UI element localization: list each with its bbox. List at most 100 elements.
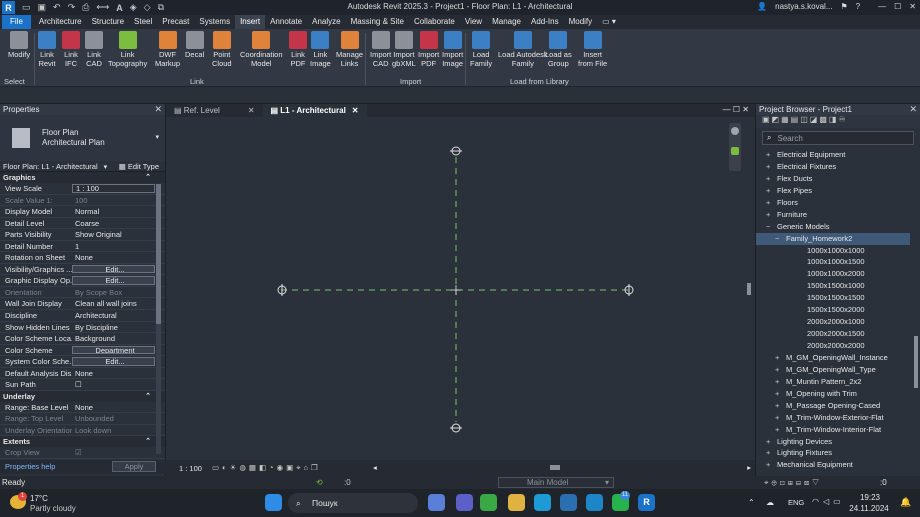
close-icon[interactable]: ✕ [909, 104, 917, 115]
link-cad-button[interactable]: Link CAD [85, 31, 103, 68]
weather-text[interactable]: Partly cloudy [30, 504, 76, 513]
expand-icon[interactable]: + [775, 376, 783, 388]
browser-search[interactable]: ⌕ Search [762, 131, 914, 145]
browser-toolbar[interactable]: ▣◩▦▤◫◪▩◨♾ [756, 115, 920, 128]
import-cad-button[interactable]: Import CAD [370, 31, 391, 68]
edit-type-button[interactable]: ▦ Edit Type [119, 161, 159, 172]
tray-icons[interactable]: ◠◁▭ [812, 497, 845, 506]
browser-item[interactable]: + M_Opening with Trim [756, 388, 910, 400]
properties-help-link[interactable]: Properties help [5, 462, 55, 471]
tab-architecture[interactable]: Architecture [34, 15, 87, 29]
type-selector[interactable]: Floor Plan Architectural Plan ▾ [0, 115, 165, 161]
print-icon[interactable]: ⎙ [82, 2, 89, 13]
onedrive-icon[interactable]: ☁ [766, 498, 774, 507]
property-value[interactable]: Show Original [72, 229, 165, 240]
browser-scrollbar[interactable] [914, 336, 918, 388]
contextual-tab-toggle[interactable]: ▭ ▾ [597, 15, 621, 29]
tab-view[interactable]: View [460, 15, 487, 29]
tab-manage[interactable]: Manage [487, 15, 526, 29]
dwf-markup-button[interactable]: DWF Markup [155, 31, 180, 68]
import-image-button[interactable]: Import Image [442, 31, 463, 68]
view-scale[interactable]: 1 : 100 [179, 464, 202, 473]
browser-item[interactable]: + Flex Pipes [756, 185, 910, 197]
property-edit-button[interactable]: Edit... [72, 264, 155, 274]
clock-date[interactable]: 24.11.2024 [846, 504, 892, 513]
browser-item[interactable]: + M_Muntin Pattern_2x2 [756, 376, 910, 388]
browser-item[interactable]: − Family_Homework2 [756, 232, 910, 245]
tray-chevron-icon[interactable]: ⌃ [748, 498, 755, 507]
tab-annotate[interactable]: Annotate [265, 15, 307, 29]
expand-icon[interactable]: + [775, 400, 783, 412]
property-value[interactable]: None [72, 402, 165, 413]
tab-modify[interactable]: Modify [564, 15, 598, 29]
user-icon[interactable]: 👤 [757, 2, 767, 11]
property-value[interactable]: 1 : 100 [72, 184, 155, 193]
link-image-button[interactable]: Link Image [310, 31, 331, 68]
browser-item[interactable]: 2000x2000x1500 [756, 328, 910, 340]
expand-icon[interactable]: + [775, 388, 783, 400]
steering-wheel-icon[interactable] [731, 127, 739, 135]
browser-item[interactable]: 1000x1000x1000 [756, 245, 910, 257]
view-control-icons[interactable]: ▭◐☀◍▦◧◔◉▣⌖⌂❐ [212, 463, 321, 473]
tab-precast[interactable]: Precast [157, 15, 194, 29]
browser-item[interactable]: 2000x2000x2000 [756, 340, 910, 352]
browser-item[interactable]: + Electrical Equipment [756, 149, 910, 161]
expand-icon[interactable]: + [766, 197, 774, 209]
drawing-canvas[interactable] [166, 117, 755, 460]
instance-filter[interactable]: Floor Plan: L1 - Architectural ▾ ▦ Edit T… [0, 161, 165, 172]
maximize-icon[interactable]: ☐ [894, 2, 901, 11]
undo-icon[interactable]: ↶ [53, 2, 61, 13]
canvas-vscroll-thumb[interactable] [747, 283, 751, 295]
browser-item[interactable]: + M_GM_OpeningWall_Instance [756, 352, 910, 364]
modify-button[interactable]: Modify [8, 31, 30, 59]
insert-from-file-button[interactable]: Insert from File [578, 31, 607, 68]
measure-icon[interactable]: ⟷ [96, 2, 109, 13]
tab-analyze[interactable]: Analyze [307, 15, 345, 29]
tab-ref-level[interactable]: ▤ Ref. Level ✕ [166, 104, 263, 117]
expand-icon[interactable]: + [766, 447, 774, 459]
expand-icon[interactable]: + [766, 185, 774, 197]
property-value[interactable]: Normal [72, 206, 165, 217]
expand-icon[interactable]: + [775, 412, 783, 424]
browser-item[interactable]: + Electrical Fixtures [756, 161, 910, 173]
close-icon[interactable]: ✕ [248, 106, 255, 115]
property-value[interactable]: Clean all wall joins [72, 298, 165, 309]
teams-icon[interactable] [456, 494, 473, 511]
collapse-icon[interactable]: − [775, 233, 783, 245]
close-icon[interactable]: ✕ [909, 2, 916, 11]
browser-item[interactable]: 1500x1500x2000 [756, 304, 910, 316]
browser-item[interactable]: + M_Passage Opening-Cased [756, 400, 910, 412]
help-icon[interactable]: ? [856, 2, 860, 11]
collapse-icon[interactable]: ⌃ [145, 172, 151, 183]
revit-taskbar-icon[interactable]: R [638, 494, 655, 511]
browser-item[interactable]: + Lighting Fixtures [756, 447, 910, 459]
notifications-icon[interactable]: 🔔 [900, 497, 911, 508]
3d-view-icon[interactable]: ◈ [130, 2, 137, 13]
workset-icon[interactable]: ⟲ [316, 478, 323, 487]
open-icon[interactable]: ▭ [22, 2, 31, 13]
tab-collaborate[interactable]: Collaborate [409, 15, 460, 29]
tab-insert[interactable]: Insert [235, 15, 266, 29]
file-explorer-icon[interactable] [508, 494, 525, 511]
close-hidden-icon[interactable]: ⧉ [158, 2, 164, 13]
link-ifc-button[interactable]: Link IFC [62, 31, 80, 68]
windows-start-icon[interactable] [265, 494, 282, 511]
section-graphics[interactable]: Graphics ⌃ [0, 172, 165, 183]
reference-plane-bottom-end[interactable] [450, 423, 462, 433]
coordination-model-button[interactable]: Coordination Model [240, 31, 283, 68]
expand-icon[interactable]: + [766, 459, 774, 471]
minimize-icon[interactable]: — [878, 2, 886, 11]
browser-item[interactable]: + Floors [756, 197, 910, 209]
close-icon[interactable]: ✕ [154, 104, 162, 115]
property-value[interactable]: Background [72, 333, 165, 344]
panel-label-select[interactable]: Select [4, 77, 25, 86]
browser-item[interactable]: + Mechanical Equipment [756, 459, 910, 471]
tab-add-ins[interactable]: Add-Ins [526, 15, 564, 29]
tab-steel[interactable]: Steel [129, 15, 157, 29]
redo-icon[interactable]: ↷ [68, 2, 76, 13]
view-window-controls[interactable]: — ☐ ✕ [723, 105, 749, 114]
reference-plane-top-end[interactable] [450, 146, 462, 156]
chrome-icon[interactable] [480, 494, 497, 511]
expand-icon[interactable]: + [775, 352, 783, 364]
property-value[interactable]: Architectural [72, 310, 165, 321]
